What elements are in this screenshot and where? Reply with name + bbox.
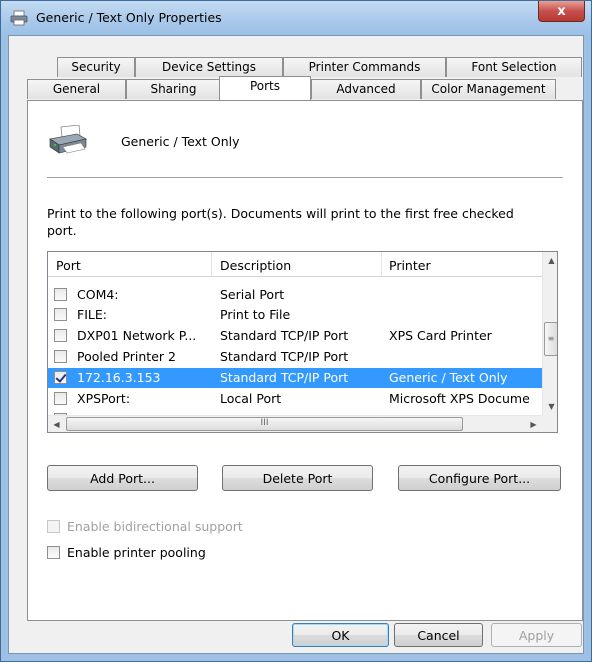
table-row[interactable]: COM4: Serial Port [48,285,542,305]
scroll-right-icon[interactable]: ▶ [525,416,542,432]
port-cell: FILE: [77,307,107,322]
port-checkbox[interactable] [54,392,67,405]
scrollbar-corner [542,415,557,432]
scroll-down-icon[interactable]: ▼ [543,398,557,415]
divider [47,177,563,178]
table-row-selected[interactable]: 172.16.3.153 Standard TCP/IP Port Generi… [48,368,542,388]
table-row[interactable]: XPSPort: Local Port Microsoft XPS Docume [48,389,542,409]
vertical-scrollbar[interactable]: ▲ ≡ ▼ [542,252,557,415]
tab-ports[interactable]: Ports [219,76,311,100]
port-checkbox[interactable] [54,371,67,384]
tab-font-selection[interactable]: Font Selection [446,57,582,77]
description-cell: Standard TCP/IP Port [220,370,349,385]
close-icon: x [557,3,566,19]
printer-name-label: Generic / Text Only [121,134,240,149]
printer-large-icon [48,125,88,154]
close-button[interactable]: x [538,1,585,22]
horizontal-scroll-thumb[interactable]: III [66,417,463,431]
port-checkbox[interactable] [54,288,67,301]
port-checkbox[interactable] [54,329,67,342]
scroll-left-icon[interactable]: ◀ [48,416,65,432]
configure-port-button[interactable]: Configure Port... [398,465,561,491]
ports-tab-panel: Generic / Text Only Print to the followi… [27,100,583,621]
ok-button[interactable]: OK [292,623,389,647]
ports-list-header: Port Description Printer [48,252,542,277]
port-cell: Pooled Printer 2 [77,349,176,364]
scroll-up-icon[interactable]: ▲ [543,252,557,269]
tab-sharing[interactable]: Sharing [126,79,221,99]
tab-security[interactable]: Security [57,57,135,77]
delete-port-button[interactable]: Delete Port [222,465,373,491]
apply-button[interactable]: Apply [491,623,582,647]
add-port-button[interactable]: Add Port... [47,465,198,491]
instructions-text: Print to the following port(s). Document… [47,206,514,238]
description-cell: Local Port [220,391,282,406]
port-cell: XPSPort: [77,391,131,406]
properties-dialog: Generic / Text Only Properties x Securit… [0,0,592,662]
port-cell: COM4: [77,287,119,302]
port-checkbox[interactable] [54,350,67,363]
printer-cell: Microsoft XPS Docume [389,391,530,406]
ports-list[interactable]: Port Description Printer COM4: Serial Po… [47,251,558,433]
description-cell: Standard TCP/IP Port [220,349,349,364]
port-cell: 172.16.3.153 [77,370,161,385]
printer-cell: Generic / Text Only [389,370,508,385]
table-row[interactable]: Pooled Printer 2 Standard TCP/IP Port [48,347,542,367]
horizontal-scrollbar[interactable]: ◀ III ▶ [48,415,542,432]
port-checkbox[interactable] [54,308,67,321]
pooling-label[interactable]: Enable printer pooling [67,545,206,560]
tab-advanced[interactable]: Advanced [311,79,421,99]
bidirectional-checkbox [47,520,60,533]
description-cell: Print to File [220,307,291,322]
column-header-description[interactable]: Description [220,258,291,273]
pooling-checkbox[interactable] [47,546,60,559]
printer-icon [10,10,28,26]
cancel-button[interactable]: Cancel [394,623,483,647]
vertical-scroll-thumb[interactable]: ≡ [544,322,557,356]
port-cell: DXP01 Network P... [77,328,197,343]
table-row[interactable]: DXP01 Network P... Standard TCP/IP Port … [48,326,542,346]
tab-printer-commands[interactable]: Printer Commands [283,57,446,77]
window-title: Generic / Text Only Properties [36,10,222,25]
tab-general[interactable]: General [27,79,126,99]
tab-color-management[interactable]: Color Management [421,79,556,99]
column-separator[interactable] [381,252,382,276]
table-row[interactable]: FILE: Print to File [48,305,542,325]
column-header-port[interactable]: Port [56,258,81,273]
printer-cell: XPS Card Printer [389,328,492,343]
description-cell: Standard TCP/IP Port [220,328,349,343]
tab-device-settings[interactable]: Device Settings [135,57,283,77]
column-header-printer[interactable]: Printer [389,258,431,273]
bidirectional-label: Enable bidirectional support [67,519,243,534]
title-bar[interactable]: Generic / Text Only Properties x [1,1,591,35]
column-separator[interactable] [211,252,212,276]
description-cell: Serial Port [220,287,285,302]
